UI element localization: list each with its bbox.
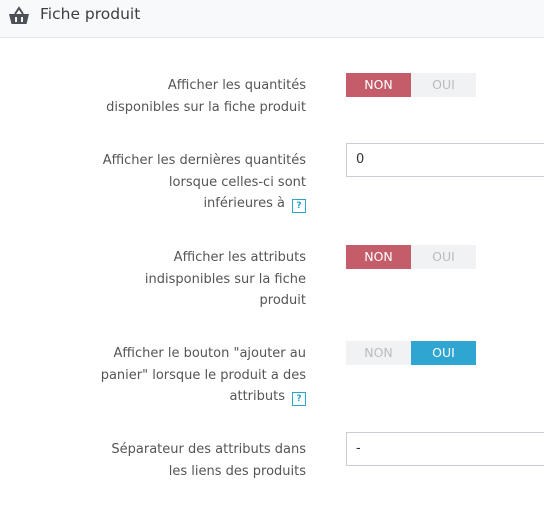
label-last-quantities-threshold: Afficher les dernières quantités lorsque… <box>102 153 306 213</box>
label-attribute-separator: Séparateur des attributs dans les liens … <box>111 442 306 479</box>
toggle-show-add-to-cart-button[interactable]: NON OUI <box>346 341 476 365</box>
label-show-available-quantities: Afficher les quantités disponibles sur l… <box>106 78 306 115</box>
toggle-option-yes[interactable]: OUI <box>411 341 476 365</box>
toggle-show-available-quantities[interactable]: NON OUI <box>346 73 476 97</box>
toggle-show-unavailable-attributes[interactable]: NON OUI <box>346 245 476 269</box>
last-quantities-threshold-input[interactable]: 0 <box>346 143 544 177</box>
label-show-add-to-cart-button: Afficher le bouton "ajouter au panier" l… <box>100 346 306 406</box>
toggle-option-no[interactable]: NON <box>346 341 411 365</box>
attribute-separator-input[interactable]: - <box>346 432 544 466</box>
toggle-option-yes[interactable]: OUI <box>411 245 476 269</box>
toggle-option-no[interactable]: NON <box>346 245 411 269</box>
basket-icon <box>8 6 30 26</box>
panel-title: Fiche produit <box>40 5 141 23</box>
panel-header: Fiche produit <box>0 0 544 38</box>
toggle-option-yes[interactable]: OUI <box>411 73 476 97</box>
help-icon[interactable]: ? <box>292 392 306 406</box>
label-show-unavailable-attributes: Afficher les attributs indisponibles sur… <box>144 250 306 308</box>
help-icon[interactable]: ? <box>292 199 306 213</box>
toggle-option-no[interactable]: NON <box>346 73 411 97</box>
